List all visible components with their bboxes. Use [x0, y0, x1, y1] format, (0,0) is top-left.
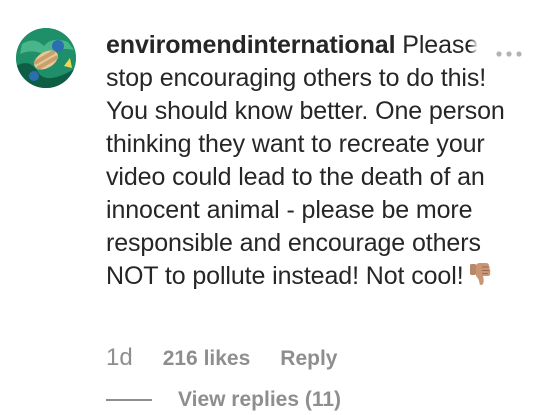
more-options-icon[interactable] — [494, 44, 524, 64]
avatar-image — [16, 28, 76, 88]
view-replies-button[interactable]: View replies (11) — [106, 385, 341, 415]
comment-body: enviromendinternational Please stop enco… — [106, 29, 518, 296]
replies-divider — [106, 399, 152, 401]
comment-text-lead: Pleas — [402, 31, 465, 59]
comment-text: stop encouraging others to do this! You … — [106, 64, 505, 290]
comment-username[interactable]: enviromendinternational — [106, 31, 396, 59]
comment-text-faded: e — [464, 31, 479, 59]
reply-button[interactable]: Reply — [280, 347, 337, 371]
likes-count[interactable]: 216 likes — [163, 347, 251, 371]
comment-meta: 1d 216 likes Reply — [106, 344, 337, 376]
comment-timestamp[interactable]: 1d — [106, 344, 133, 372]
view-replies-label: View replies (11) — [178, 388, 342, 411]
comment: enviromendinternational Please stop enco… — [0, 0, 534, 411]
avatar[interactable] — [16, 28, 76, 88]
thumbs-down-icon — [468, 261, 492, 296]
